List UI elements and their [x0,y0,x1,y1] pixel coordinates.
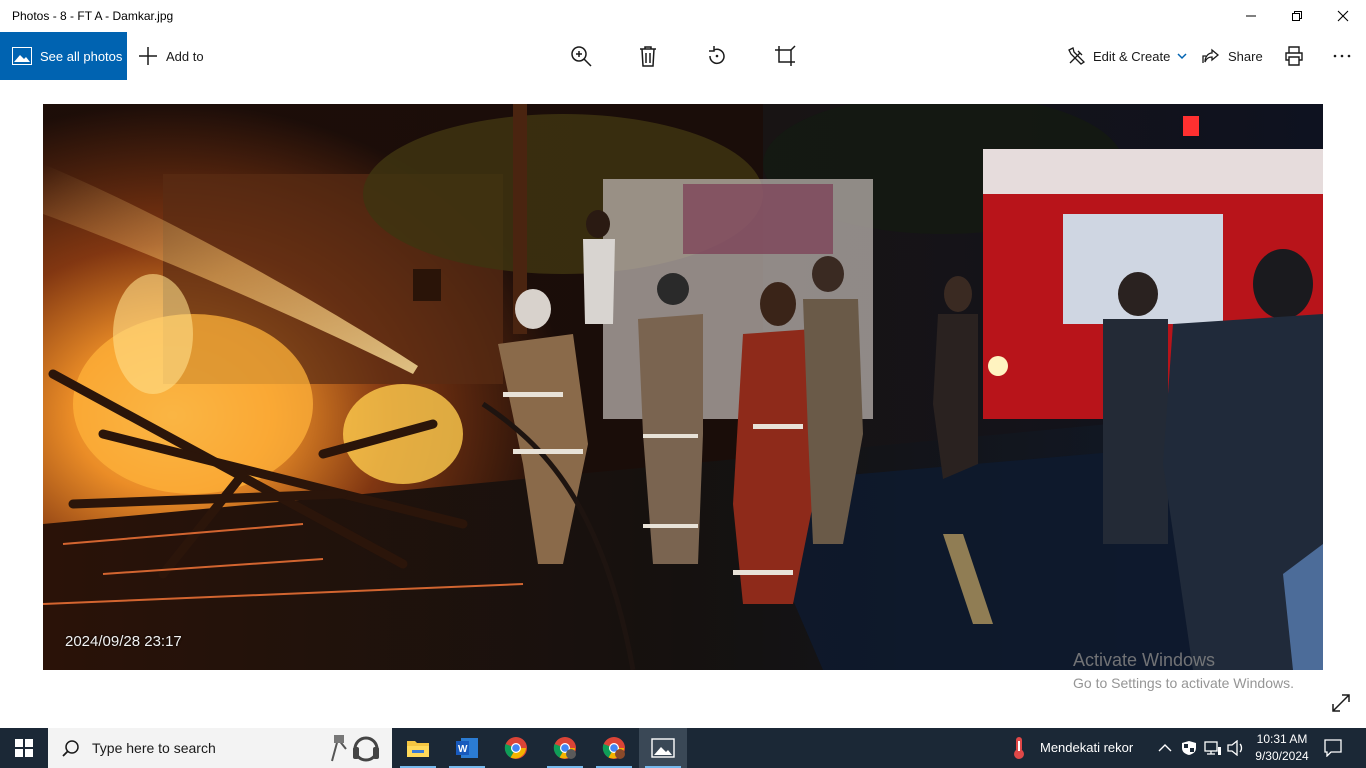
crop-button[interactable] [773,44,797,68]
taskbar-photos[interactable] [639,728,687,768]
security-shield-icon[interactable] [1181,740,1197,756]
delete-button[interactable] [636,44,660,68]
delete-icon [640,46,656,67]
chrome-profile-icon [602,737,625,759]
clock-date: 9/30/2024 [1255,749,1309,763]
word-icon: W [456,738,478,758]
taskbar: Type here to search W Mendekati rekor 10… [0,728,1366,768]
minimize-icon [1246,15,1256,17]
see-all-photos-button[interactable]: See all photos [0,32,127,80]
restore-button[interactable] [1274,0,1320,32]
edit-create-label: Edit & Create [1093,48,1171,64]
chevron-up-icon[interactable] [1158,743,1172,753]
photo-timestamp: 2024/09/28 23:17 [65,633,182,650]
search-highlight-illustration-icon [331,735,379,762]
watermark-title: Activate Windows [1073,650,1216,670]
see-all-photos-label: See all photos [40,48,123,64]
start-button[interactable] [0,728,48,768]
more-icon [1333,54,1351,58]
print-button[interactable] [1282,44,1306,68]
weather-text[interactable]: Mendekati rekor [1040,740,1133,755]
search-icon [62,740,79,757]
taskbar-chrome-1[interactable] [492,728,540,768]
fire-scene-image [43,104,1323,670]
crop-icon [775,45,796,66]
expand-icon [1332,694,1350,712]
restore-icon [1292,11,1302,21]
network-icon[interactable] [1204,740,1222,756]
taskbar-search-box[interactable]: Type here to search [48,728,392,768]
photos-app-window: Photos - 8 - FT A - Damkar.jpg See all p… [0,0,1366,728]
chevron-down-icon [1177,53,1187,60]
photo-gallery-icon [12,47,32,65]
fullscreen-button[interactable] [1330,692,1354,716]
zoom-icon [571,46,592,67]
photos-icon [651,738,675,758]
photo-image[interactable]: 2024/09/28 23:17 [43,104,1323,670]
chrome-icon [504,737,527,759]
folder-icon [407,741,429,757]
taskbar-clock[interactable]: 10:31 AM 9/30/2024 [1252,731,1312,765]
search-placeholder: Type here to search [92,740,216,756]
watermark-subtitle: Go to Settings to activate Windows. [1073,675,1294,691]
thermometer-icon [1014,737,1024,759]
plus-icon [139,47,157,65]
clock-time: 10:31 AM [1256,732,1308,746]
activation-watermark: Activate Windows Go to Settings to activ… [1073,650,1294,691]
zoom-button[interactable] [569,44,593,68]
toolbar: See all photos Add to Edit & Create Shar… [0,32,1366,80]
notification-icon[interactable] [1324,739,1342,757]
photo-viewer: 2024/09/28 23:17 Activate Windows Go to … [0,80,1366,728]
taskbar-file-explorer[interactable] [394,728,442,768]
volume-icon[interactable] [1227,740,1245,756]
edit-create-button[interactable]: Edit & Create [1068,32,1188,80]
taskbar-chrome-3[interactable] [590,728,638,768]
print-icon [1285,46,1303,66]
window-title: Photos - 8 - FT A - Damkar.jpg [12,9,174,23]
rotate-icon [709,46,725,65]
add-to-button[interactable]: Add to [138,32,204,80]
share-label: Share [1228,48,1263,64]
close-icon [1337,10,1349,22]
share-icon [1202,48,1220,63]
windows-logo-icon [15,739,33,757]
close-button[interactable] [1320,0,1366,32]
rotate-button[interactable] [705,44,729,68]
svg-text:W: W [458,744,468,755]
taskbar-chrome-2[interactable] [541,728,589,768]
add-to-label: Add to [166,48,204,64]
minimize-button[interactable] [1228,0,1274,32]
chrome-profile-icon [553,737,576,759]
more-options-button[interactable] [1330,44,1354,68]
taskbar-word[interactable]: W [443,728,491,768]
share-button[interactable]: Share [1202,32,1263,80]
title-bar: Photos - 8 - FT A - Damkar.jpg [0,0,1366,32]
edit-icon [1068,47,1086,65]
